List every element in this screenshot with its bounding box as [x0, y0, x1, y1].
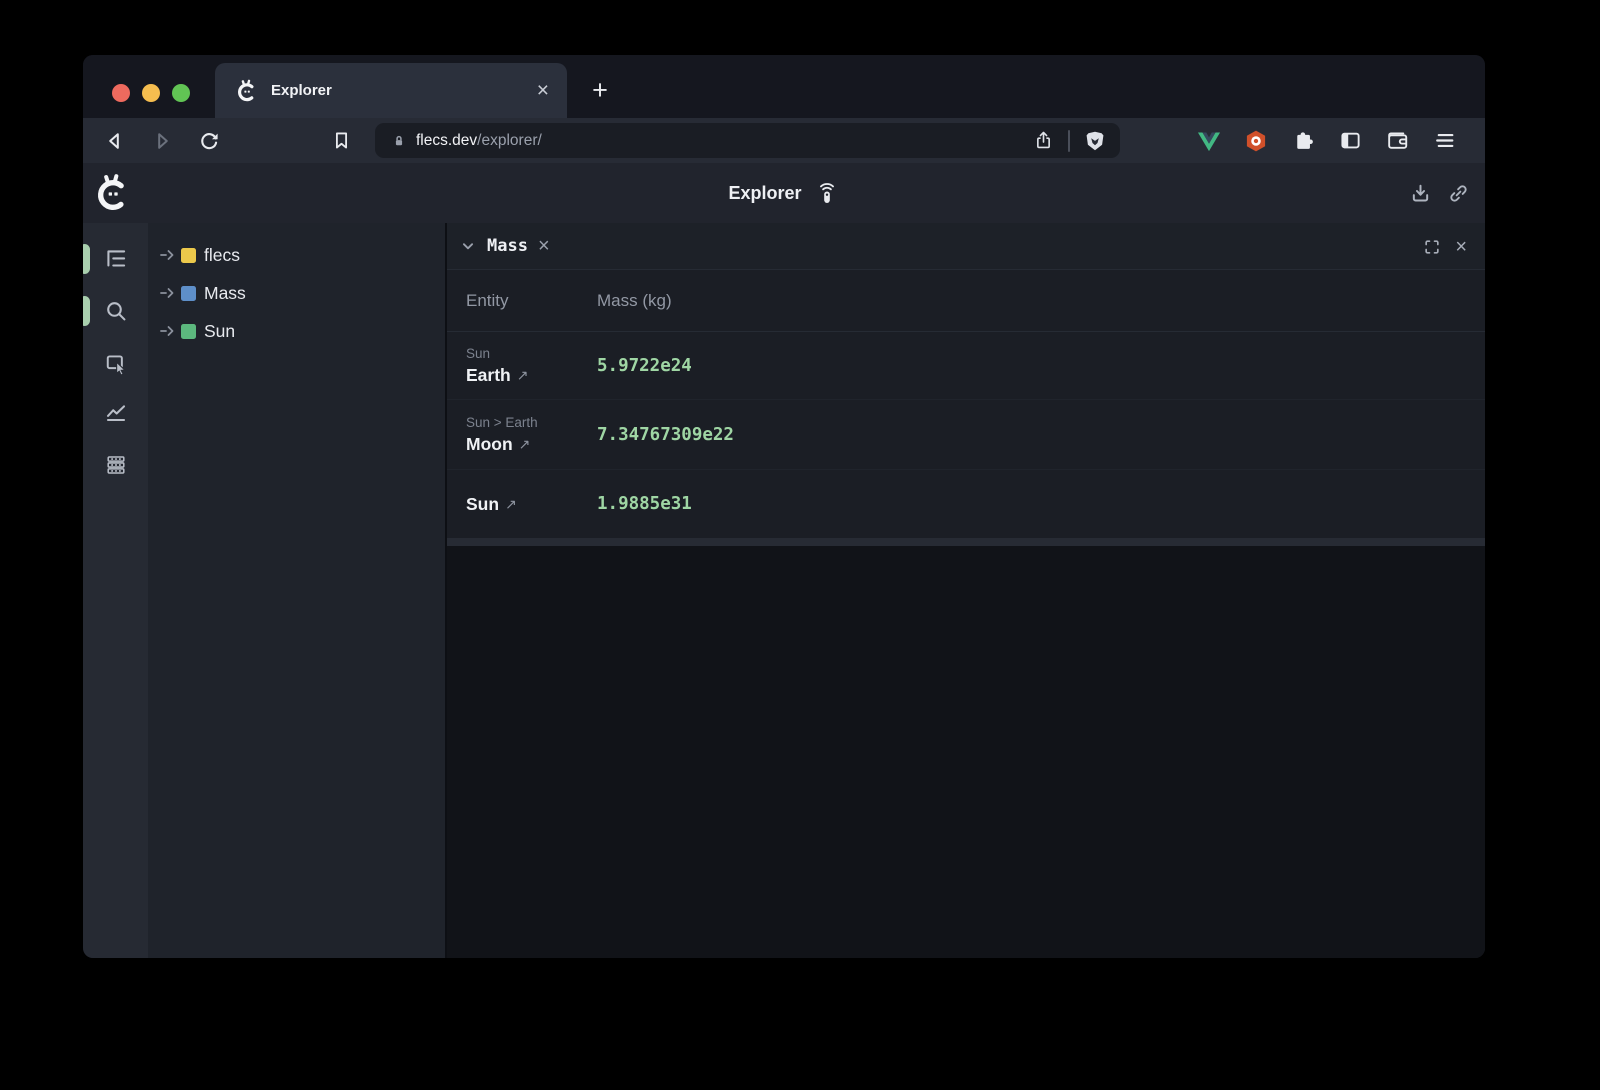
hexagon-extension-icon[interactable] [1240, 125, 1272, 157]
tab-close-icon[interactable]: × [531, 78, 555, 103]
query-close-icon[interactable]: × [538, 236, 550, 256]
tree-panel-icon[interactable] [103, 246, 129, 272]
wallet-icon[interactable] [1381, 125, 1413, 157]
link-icon[interactable] [1445, 180, 1471, 206]
entity-color-swatch [181, 324, 196, 339]
query-panel-controls: × [1422, 223, 1467, 270]
entity-parent-path: Sun > Earth [466, 413, 597, 432]
bookmark-icon[interactable] [324, 124, 358, 158]
empty-canvas-area [447, 546, 1485, 958]
tree-item-flecs[interactable]: flecs [148, 236, 445, 274]
chevron-down-icon[interactable] [457, 235, 479, 257]
tab-title: Explorer [271, 82, 531, 99]
address-bar[interactable]: flecs.dev/explorer/ [375, 123, 1120, 158]
expand-arrow-icon[interactable] [160, 287, 178, 299]
sidebar-toggle-icon[interactable] [1334, 125, 1366, 157]
mass-value: 5.9722e24 [597, 356, 692, 376]
url-path: /explorer/ [477, 132, 542, 149]
extensions-puzzle-icon[interactable] [1287, 125, 1319, 157]
query-panel-titlebar: Mass × × [447, 223, 1485, 270]
table-row[interactable]: Sun Earth ↗ 5.9722e24 [447, 332, 1485, 400]
column-header-entity: Entity [466, 291, 597, 311]
column-header-mass: Mass (kg) [597, 291, 672, 311]
tree-item-sun[interactable]: Sun [148, 312, 445, 350]
lock-icon[interactable] [389, 131, 409, 151]
tab-strip: Explorer × + [83, 55, 1485, 118]
entity-link[interactable]: Moon [466, 432, 513, 457]
mass-value: 1.9885e31 [597, 494, 692, 514]
app-title: Explorer [728, 183, 801, 204]
flecs-favicon [235, 79, 259, 103]
screen-background: Explorer × + [0, 0, 1600, 1090]
app-title-group: Explorer [728, 180, 839, 206]
fullscreen-icon[interactable] [1422, 237, 1442, 257]
browser-toolbar: flecs.dev/explorer/ [83, 118, 1485, 163]
download-icon[interactable] [1407, 180, 1433, 206]
table-header-row: Entity Mass (kg) [447, 270, 1485, 332]
window-zoom-button[interactable] [172, 84, 190, 102]
tree-item-mass[interactable]: Mass [148, 274, 445, 312]
address-bar-divider [1068, 130, 1070, 152]
entity-tree-panel: flecs Mass [148, 223, 447, 958]
window-minimize-button[interactable] [142, 84, 160, 102]
browser-tab-explorer[interactable]: Explorer × [215, 63, 567, 118]
left-icon-rail [83, 223, 148, 958]
external-link-arrow-icon[interactable]: ↗ [519, 436, 531, 453]
entity-cell: Sun Earth ↗ [466, 332, 597, 399]
brave-shield-icon[interactable] [1080, 126, 1110, 156]
url-domain: flecs.dev [416, 132, 477, 149]
tree-item-label: flecs [204, 245, 240, 266]
url-text: flecs.dev/explorer/ [416, 132, 1028, 150]
stats-panel-icon[interactable] [103, 399, 129, 425]
flecs-logo [93, 173, 133, 213]
back-icon[interactable] [98, 124, 132, 158]
mass-value: 7.34767309e22 [597, 425, 734, 445]
share-icon[interactable] [1028, 126, 1058, 156]
active-panel-pill-query[interactable] [83, 296, 90, 326]
entity-link[interactable]: Earth [466, 363, 511, 388]
query-panel: Mass × × Entity Mass (kg) [447, 223, 1485, 958]
table-row[interactable]: Sun ↗ 1.9885e31 [447, 470, 1485, 538]
entity-cell: Sun ↗ [466, 470, 597, 538]
new-tab-button[interactable]: + [583, 73, 617, 107]
inspector-panel-icon[interactable] [103, 351, 129, 377]
entity-cell: Sun > Earth Moon ↗ [466, 400, 597, 469]
vue-devtools-icon[interactable] [1193, 125, 1225, 157]
connection-remote-icon[interactable] [814, 180, 840, 206]
tree-item-label: Mass [204, 283, 246, 304]
entity-color-swatch [181, 248, 196, 263]
forward-icon [145, 124, 179, 158]
expand-arrow-icon[interactable] [160, 325, 178, 337]
app-content: flecs Mass [83, 223, 1485, 958]
external-link-arrow-icon[interactable]: ↗ [517, 367, 529, 384]
entity-color-swatch [181, 286, 196, 301]
reload-icon[interactable] [192, 124, 226, 158]
expand-arrow-icon[interactable] [160, 249, 178, 261]
menu-icon[interactable] [1428, 125, 1460, 157]
header-actions [1407, 163, 1471, 223]
entity-parent-path: Sun [466, 344, 597, 363]
browser-window: Explorer × + [83, 55, 1485, 958]
table-row[interactable]: Sun > Earth Moon ↗ 7.34767309e22 [447, 400, 1485, 470]
active-panel-pill-tree[interactable] [83, 244, 90, 274]
extension-icons [1193, 118, 1460, 163]
query-title: Mass [487, 236, 528, 256]
window-close-button[interactable] [112, 84, 130, 102]
entity-link[interactable]: Sun [466, 492, 499, 517]
panel-close-icon[interactable]: × [1455, 237, 1467, 257]
external-link-arrow-icon[interactable]: ↗ [505, 496, 517, 513]
tree-item-label: Sun [204, 321, 235, 342]
memory-panel-icon[interactable] [103, 452, 129, 478]
panel-resize-handle[interactable] [447, 538, 1485, 546]
app-header: Explorer [83, 163, 1485, 223]
search-panel-icon[interactable] [103, 298, 129, 324]
